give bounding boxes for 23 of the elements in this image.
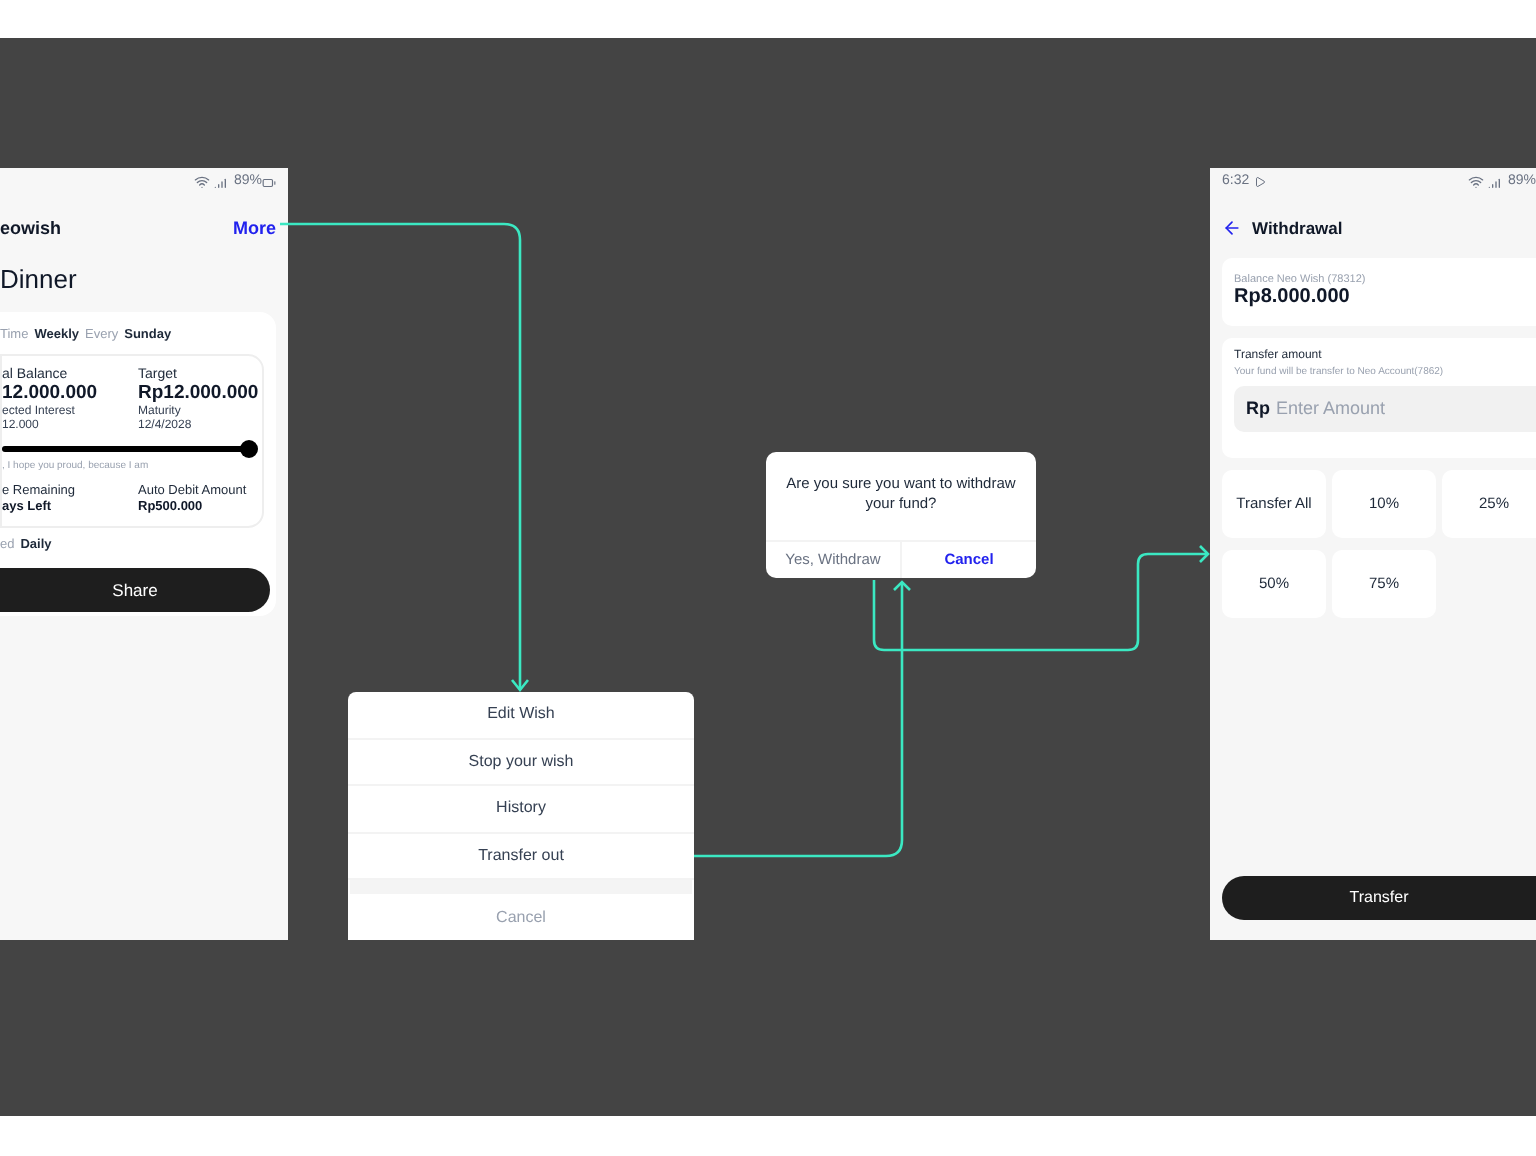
more-link[interactable]: More [232,216,276,244]
screen-title: eowish [0,216,62,243]
menu-item[interactable]: History [348,786,694,833]
battery-icon [262,175,276,189]
amount-value: Rp12.000.000 [138,383,254,405]
signal-icon [1487,174,1504,190]
balance-value: Rp8.000.000 [1234,286,1352,311]
currency-prefix: Rp [1246,397,1270,422]
transfer-button[interactable]: Transfer [1222,876,1536,920]
back-icon[interactable] [1222,218,1242,238]
progress-thumb[interactable] [240,439,258,457]
wifi-icon [1467,174,1484,190]
amount-field[interactable]: Rp Enter Amount [1234,386,1536,433]
amount-input[interactable]: Enter Amount [1276,397,1476,422]
wifi-icon [193,174,210,190]
signal-icon [213,174,230,190]
play-icon [1253,176,1266,188]
menu-item[interactable]: Edit Wish [348,692,694,739]
share-button[interactable]: Share [0,568,270,613]
menu-item[interactable]: Stop your wish [348,739,694,786]
amount-value: 12.000.000 [2,383,98,405]
wish-title: Dinner [0,266,79,292]
screen-title: Withdrawal [1252,215,1343,241]
